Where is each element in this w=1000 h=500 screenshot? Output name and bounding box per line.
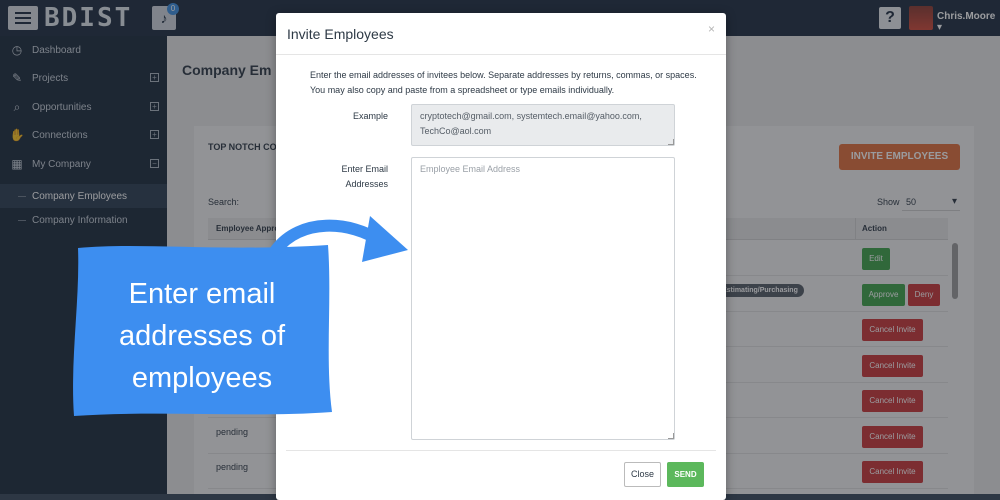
- callout-text: Enter email addresses of employees: [118, 278, 286, 394]
- modal-close-icon[interactable]: ×: [708, 22, 715, 36]
- example-resize-handle[interactable]: [668, 139, 674, 145]
- example-label: Example: [352, 111, 388, 121]
- close-button[interactable]: Close: [624, 462, 661, 487]
- arrow-icon: [270, 216, 408, 262]
- send-button[interactable]: SEND: [667, 462, 704, 487]
- email-addresses-input[interactable]: [411, 157, 675, 440]
- modal-footer-divider: [286, 450, 716, 451]
- modal-title: Invite Employees: [287, 26, 394, 42]
- modal-instructions: Enter the email addresses of invitees be…: [310, 70, 697, 95]
- email-label: Enter Email Addresses: [341, 164, 388, 189]
- email-resize-handle[interactable]: [668, 433, 674, 439]
- modal-header-divider: [276, 54, 726, 55]
- example-emails-box: cryptotech@gmail.com, systemtech.email@y…: [411, 104, 675, 146]
